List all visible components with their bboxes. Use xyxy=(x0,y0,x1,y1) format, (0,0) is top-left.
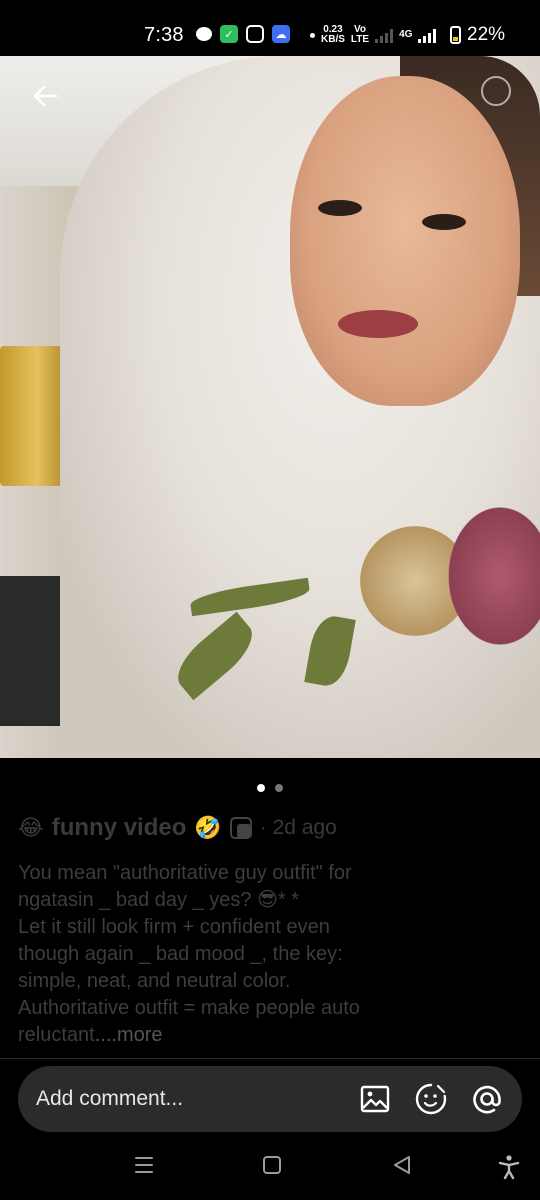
network-speed-unit: KB/S xyxy=(321,34,345,45)
battery-status: 22% xyxy=(450,24,505,46)
post-photo[interactable] xyxy=(0,56,540,758)
signal-sim2-icon xyxy=(418,28,437,43)
network-type: 4G xyxy=(399,29,413,40)
battery-percent: 22% xyxy=(467,24,506,45)
instagram-icon xyxy=(246,25,264,43)
chat-icon xyxy=(196,27,212,41)
weather-icon: ☁ xyxy=(272,25,290,43)
back-triangle-icon[interactable] xyxy=(392,1154,412,1182)
status-time: 7:38 xyxy=(144,24,184,46)
photo-eye-right xyxy=(422,214,466,230)
photo-eye-left xyxy=(318,200,362,216)
home-square-icon[interactable] xyxy=(262,1154,282,1182)
divider xyxy=(0,1058,540,1059)
back-arrow-icon[interactable] xyxy=(30,80,62,112)
sticker-icon[interactable] xyxy=(414,1082,448,1116)
photo-face xyxy=(290,76,520,406)
carousel-icon xyxy=(229,817,252,839)
mention-icon[interactable] xyxy=(470,1082,504,1116)
pager-dot-active[interactable] xyxy=(257,784,265,792)
post-time-ago: · 2d ago xyxy=(259,816,337,839)
network-speed: 0.23 KB/S xyxy=(321,25,345,45)
post-title-emoji-right: 🤣 xyxy=(194,815,222,840)
pager-dot[interactable] xyxy=(275,784,283,792)
post-title: funny video xyxy=(51,814,187,841)
shield-icon: ✓ xyxy=(220,25,238,43)
image-icon[interactable] xyxy=(358,1082,392,1116)
status-bar: 7:38 ✓ ☁ 0.23 KB/S Vo LTE 4G 22% xyxy=(0,0,540,56)
post-caption-text: You mean "authoritative guy outfit" for … xyxy=(18,862,360,1046)
photo-pager xyxy=(0,784,540,792)
recents-menu-icon[interactable] xyxy=(134,1154,154,1182)
more-link[interactable]: ....more xyxy=(95,1024,163,1046)
post-caption[interactable]: You mean "authoritative guy outfit" for … xyxy=(18,860,518,1049)
photo-lips xyxy=(338,310,418,338)
battery-icon xyxy=(450,26,461,44)
accessibility-icon[interactable] xyxy=(498,1154,520,1186)
comment-input[interactable]: Add comment... xyxy=(36,1087,336,1111)
volte-bottom: LTE xyxy=(350,34,370,45)
signal-sim1-icon xyxy=(375,28,394,43)
network-status: 0.23 KB/S Vo LTE 4G xyxy=(310,25,437,45)
volte-indicator: Vo LTE xyxy=(351,25,369,45)
comment-bar[interactable]: Add comment... xyxy=(18,1066,522,1132)
post-header: 😂 funny video 🤣 · 2d ago xyxy=(18,814,337,842)
notification-icons: ✓ ☁ xyxy=(196,25,290,43)
post-title-emoji-left: 😂 xyxy=(18,815,44,840)
system-nav-bar xyxy=(0,1140,540,1200)
notification-dot-icon xyxy=(310,32,315,38)
photo-menu-circle-icon[interactable] xyxy=(481,76,511,106)
